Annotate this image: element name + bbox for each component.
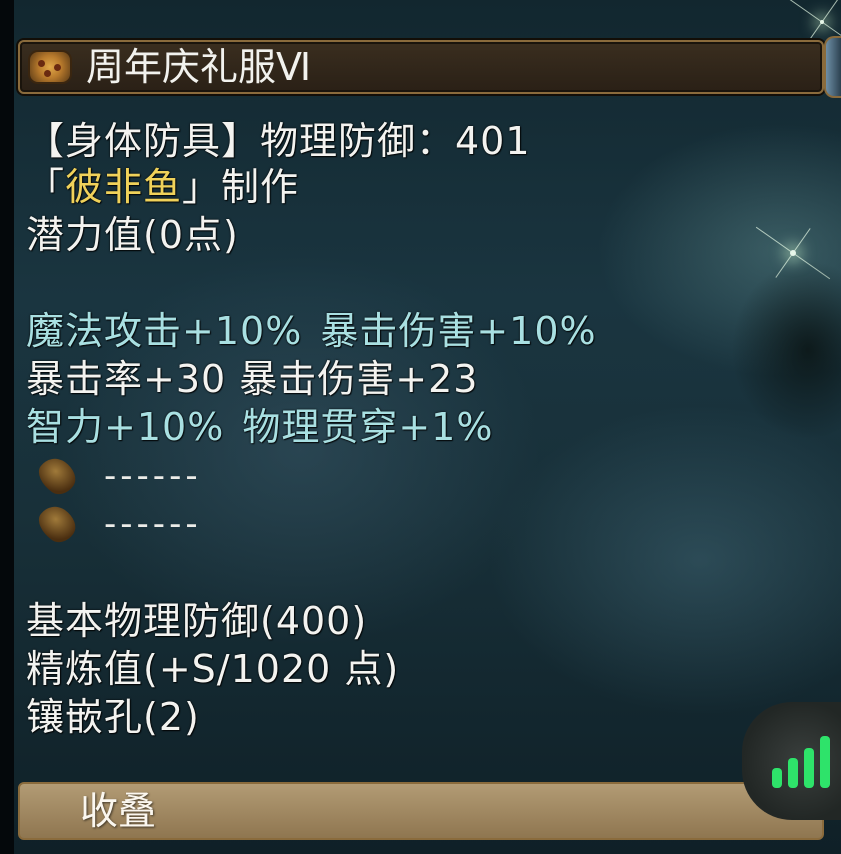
stat-magic-attack: 魔法攻击+10%: [26, 309, 303, 353]
title-bar-scroll-knob[interactable]: [824, 36, 841, 98]
signal-bar: [804, 748, 814, 788]
item-name: 周年庆礼服Ⅵ: [86, 45, 312, 89]
stat-crit-line: 暴击率+30 暴击伤害+23: [26, 357, 479, 401]
seed-socket-icon: [32, 499, 82, 549]
potential-value: 潜力值(0点): [26, 213, 239, 257]
network-signal-widget[interactable]: [742, 702, 841, 820]
stat-intelligence: 智力+10%: [26, 405, 225, 449]
maker-bracket-open: 「: [26, 165, 66, 209]
signal-bars-icon: [772, 768, 782, 788]
socket-slot-empty: ------: [104, 504, 202, 544]
item-medal-icon: [28, 50, 72, 84]
tree-silhouette: [731, 260, 841, 440]
seed-socket-icon: [32, 451, 82, 501]
signal-bar: [820, 736, 830, 788]
item-maker-line: 「彼非鱼」制作: [26, 164, 299, 210]
socket-slot-empty: ------: [104, 456, 202, 496]
maker-suffix: 」制作: [182, 165, 300, 209]
screen-edge: [0, 0, 14, 854]
sparkle-effect: [790, 250, 796, 256]
special-stat-line: 魔法攻击+10% 暴击伤害+10%: [26, 308, 597, 354]
base-phys-defense: 基本物理防御(400): [26, 599, 368, 643]
stat-phys-penetration: 物理贯穿+1%: [242, 405, 494, 449]
item-type-defense: 【身体防具】物理防御：401: [26, 119, 531, 163]
sparkle-effect: [820, 20, 824, 24]
special-stat-line: 智力+10% 物理贯穿+1%: [26, 404, 493, 450]
game-scene-background: 周年庆礼服Ⅵ 【身体防具】物理防御：401 「彼非鱼」制作 潜力值(0点) 魔法…: [0, 0, 841, 854]
refine-value: 精炼值(+S/1020 点): [26, 647, 400, 691]
socket-count: 镶嵌孔(2): [26, 695, 200, 739]
collapse-button-label[interactable]: 收叠: [80, 785, 156, 837]
stat-crit-damage-pct: 暴击伤害+10%: [320, 309, 597, 353]
maker-name: 彼非鱼: [65, 165, 183, 209]
signal-bar: [788, 758, 798, 788]
